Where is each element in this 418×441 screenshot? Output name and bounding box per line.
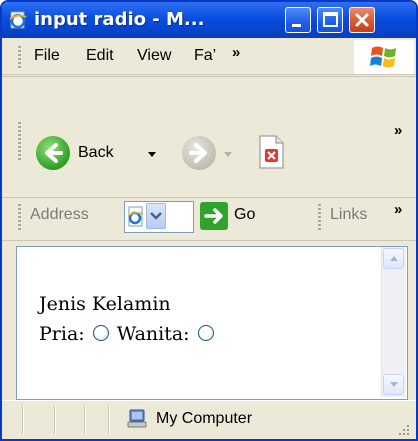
status-divider (54, 406, 55, 434)
page-heading: Jenis Kelamin (39, 293, 171, 315)
links-grip[interactable] (318, 204, 321, 230)
toolbar-divider (2, 76, 416, 77)
menu-edit[interactable]: Edit (86, 47, 114, 65)
window-title: input radio - M... (34, 9, 205, 30)
minimize-icon (292, 24, 301, 27)
title-bar[interactable]: input radio - M... (2, 2, 416, 38)
security-zone-label: My Computer (156, 410, 253, 427)
address-grip[interactable] (18, 204, 21, 230)
windows-logo-icon (370, 46, 396, 68)
menu-file[interactable]: File (34, 47, 60, 65)
radio-pria[interactable] (92, 325, 109, 341)
windows-logo-area (354, 40, 414, 74)
toolbar-grip[interactable] (18, 122, 21, 162)
scroll-down-button[interactable] (383, 374, 404, 395)
back-arrow-icon (45, 143, 63, 163)
status-divider (108, 406, 109, 434)
radio-wanita[interactable] (197, 325, 214, 341)
address-divider (2, 197, 416, 198)
menu-overflow-chevron[interactable]: » (232, 44, 240, 61)
back-dropdown-arrow[interactable] (148, 152, 156, 157)
radio-label-wanita: Wanita: (116, 323, 190, 345)
links-overflow-chevron[interactable]: » (394, 201, 402, 218)
arrow-down-icon (390, 382, 398, 387)
vertical-scrollbar[interactable] (381, 247, 406, 397)
address-label: Address (30, 206, 89, 223)
close-button[interactable] (349, 7, 375, 33)
stop-page-icon (259, 135, 284, 169)
address-dropdown-button[interactable] (146, 203, 166, 229)
menu-view[interactable]: View (137, 47, 171, 65)
back-button[interactable] (36, 136, 70, 170)
arrow-up-icon (390, 256, 398, 261)
go-arrow-icon (204, 208, 223, 224)
maximize-button[interactable] (317, 7, 343, 33)
maximize-icon (323, 12, 338, 27)
page-content: Jenis Kelamin Pria: Wanita: (16, 246, 408, 400)
page-body: Jenis Kelamin Pria: Wanita: (39, 289, 222, 349)
links-label[interactable]: Links (330, 206, 367, 224)
my-computer-icon (127, 409, 147, 428)
minimize-button[interactable] (285, 7, 311, 33)
back-label[interactable]: Back (78, 144, 114, 162)
scroll-up-button[interactable] (383, 248, 404, 269)
close-icon (355, 13, 369, 27)
resize-grip-icon[interactable] (394, 420, 412, 438)
radio-label-pria: Pria: (39, 323, 85, 345)
menu-grip[interactable] (18, 46, 21, 68)
toolbar-overflow-chevron[interactable]: » (394, 122, 402, 139)
status-divider (22, 406, 23, 434)
gender-radio-group: Pria: Wanita: (39, 319, 222, 349)
ie-page-icon (127, 206, 144, 227)
menu-favorites[interactable]: Fa’ (194, 47, 228, 65)
forward-arrow-icon (189, 143, 207, 163)
forward-dropdown-arrow[interactable] (224, 152, 232, 157)
ie-page-icon (9, 11, 27, 29)
go-label[interactable]: Go (234, 206, 255, 224)
browser-window: input radio - M... File Edit View Fa’ » … (0, 0, 418, 441)
forward-button[interactable] (182, 136, 216, 170)
go-button[interactable] (200, 202, 228, 230)
status-divider (84, 406, 85, 434)
chevron-down-icon (150, 212, 162, 220)
stop-button[interactable] (257, 134, 285, 170)
